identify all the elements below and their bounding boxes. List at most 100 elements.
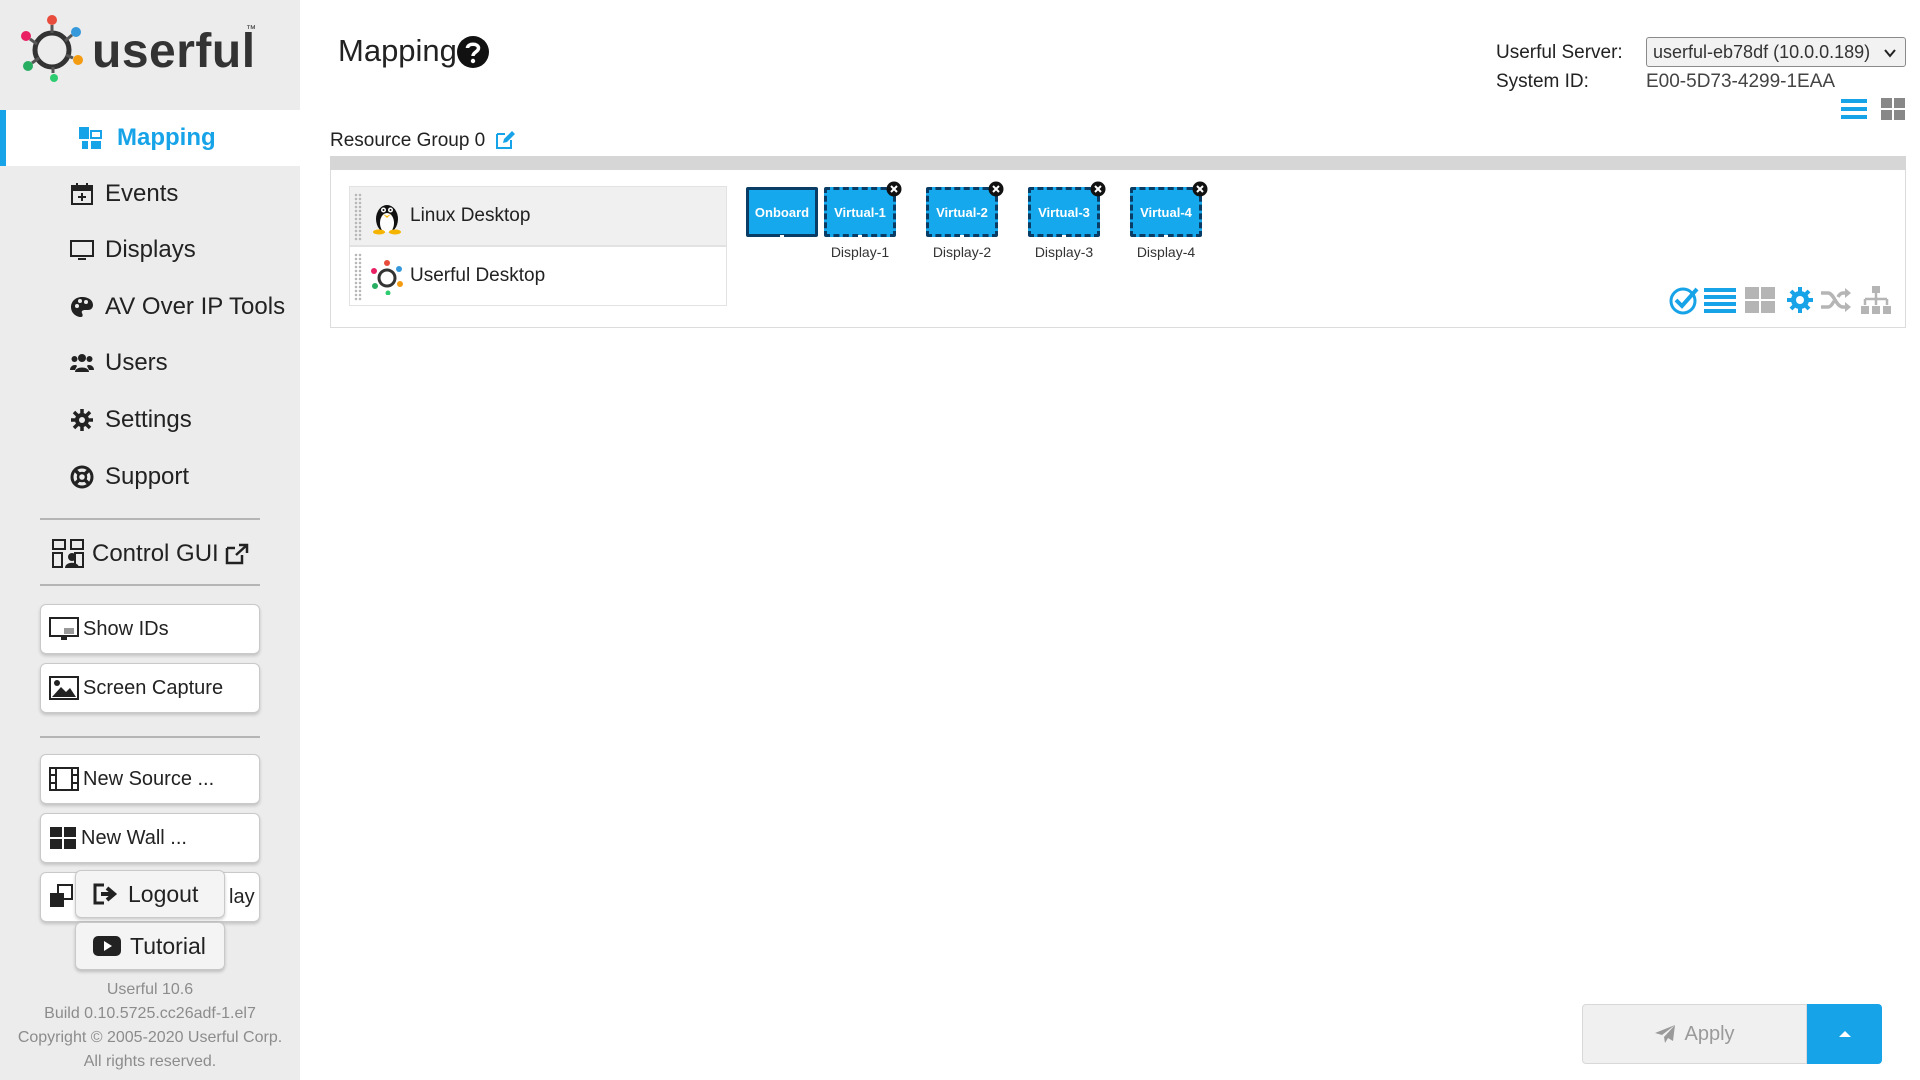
drag-handle[interactable] [354,253,362,301]
resource-group-label: Resource Group 0 [330,130,486,151]
nav-item-displays[interactable]: Displays [0,222,300,278]
linux-tux-icon [373,205,401,235]
caret-up-icon [1838,1031,1851,1037]
edit-icon[interactable] [495,130,515,150]
remove-display-icon[interactable] [886,181,902,197]
monitor-icon [70,240,94,260]
screen-capture-button[interactable]: Screen Capture [40,663,260,713]
tutorial-button[interactable]: Tutorial [75,922,225,970]
logout-button[interactable]: Logout [75,870,225,918]
tutorial-label: Tutorial [130,932,206,959]
display-virtual-2[interactable]: Virtual-2 [926,181,1004,241]
version-text: Userful 10.6 [106,981,194,998]
server-select-value: userful-eb78df (10.0.0.189) [1653,41,1871,62]
apply-dropdown-toggle[interactable] [1807,1004,1882,1064]
drag-handle[interactable] [354,193,362,241]
apply-button-group: Apply [1582,1004,1882,1064]
display-onboard[interactable]: Onboard [746,187,818,241]
new-source-label: New Source ... [83,767,215,790]
sidebar-footer: Userful 10.6 Build 0.10.5725.cc26adf-1.e… [0,978,300,1074]
display-virtual-1[interactable]: Virtual-1 [824,181,902,241]
list-icon[interactable] [1704,284,1736,316]
help-icon[interactable] [456,35,490,69]
build-text: Build 0.10.5725.cc26adf-1.el7 [44,1005,256,1022]
palette-icon [71,297,93,317]
display-virtual-3[interactable]: Virtual-3 [1028,181,1106,241]
nav-item-events[interactable]: Events [0,166,300,222]
control-gui-link[interactable]: Control GUI [52,536,249,572]
system-id-value: E00-5D73-4299-1EAA [1646,71,1836,92]
nav-item-av-over-ip-tools[interactable]: AV Over IP Tools [0,279,300,335]
gear-icon[interactable] [1784,284,1816,316]
display-stand [1062,235,1066,239]
source-item-linux-desktop[interactable]: Linux Desktop [349,186,727,246]
nav-item-users[interactable]: Users [0,335,300,391]
tiles-icon[interactable] [1744,284,1776,316]
monitor-id-icon [49,617,79,640]
userful-logo-icon [371,260,403,295]
source-item-userful-desktop[interactable]: Userful Desktop [349,246,727,306]
page-title: Mapping [338,33,457,68]
server-label: Userful Server: [1496,42,1623,63]
apply-label: Apply [1684,1022,1735,1045]
youtube-icon [93,936,121,956]
grid-wall-icon [50,827,76,849]
nav-item-mapping[interactable]: Mapping [0,110,300,166]
check-circle-icon[interactable] [1668,284,1700,316]
list-view-icon[interactable] [1841,98,1867,120]
paper-plane-icon [1655,1025,1676,1043]
nav-label: Users [105,349,168,376]
logout-icon [93,883,118,905]
userful-logo[interactable]: userful ™ [20,14,280,86]
rights-text: All rights reserved. [83,1053,217,1070]
display-label: Display-4 [1136,244,1196,260]
remove-display-icon[interactable] [1192,181,1208,197]
mapping-icon [79,127,102,149]
control-gui-icon [52,539,84,568]
display-stand [858,235,862,239]
shuffle-icon[interactable] [1820,284,1852,316]
nav-item-support[interactable]: Support [0,449,300,505]
screen-capture-label: Screen Capture [83,676,224,699]
sidebar-divider [40,584,260,586]
display-group-icon [50,884,73,907]
source-label: Linux Desktop [410,205,531,226]
display-label: Display-1 [830,244,890,260]
nav-label: Mapping [117,124,216,151]
sidebar-divider [40,736,260,738]
server-select[interactable]: userful-eb78df (10.0.0.189) [1646,37,1906,67]
brand-name: userful [92,25,256,78]
hierarchy-icon[interactable] [1860,284,1892,316]
users-icon [70,354,94,372]
gear-icon [71,409,93,431]
external-link-icon [225,543,248,565]
userful-logo-icon [21,15,83,82]
brand-trademark: ™ [246,24,256,35]
control-gui-label: Control GUI [92,540,219,567]
new-source-button[interactable]: New Source ... [40,754,260,804]
show-ids-button[interactable]: Show IDs [40,604,260,654]
lifebuoy-icon [70,465,94,489]
calendar-icon [71,183,93,205]
display-virtual-4[interactable]: Virtual-4 [1130,181,1208,241]
nav-label: Events [105,180,179,207]
nav-item-settings[interactable]: Settings [0,392,300,448]
display-screen: Onboard [746,187,818,237]
remove-display-icon[interactable] [988,181,1004,197]
copyright-text: Copyright © 2005-2020 Userful Corp. [17,1029,283,1046]
display-stand [1164,235,1168,239]
system-id-label: System ID: [1496,71,1589,92]
apply-button[interactable]: Apply [1582,1004,1807,1064]
new-wall-button[interactable]: New Wall ... [40,813,260,863]
nav-label: Displays [105,236,196,263]
new-display-label-partial: lay [229,885,255,908]
image-icon [49,676,79,700]
sidebar-divider [40,518,260,520]
resource-group-header-bar [330,156,1906,170]
remove-display-icon[interactable] [1090,181,1106,197]
grid-view-icon[interactable] [1881,98,1905,120]
nav-label: Support [105,463,190,490]
nav-label: AV Over IP Tools [105,293,286,320]
display-label: Display-3 [1034,244,1094,260]
display-stand [960,235,964,239]
